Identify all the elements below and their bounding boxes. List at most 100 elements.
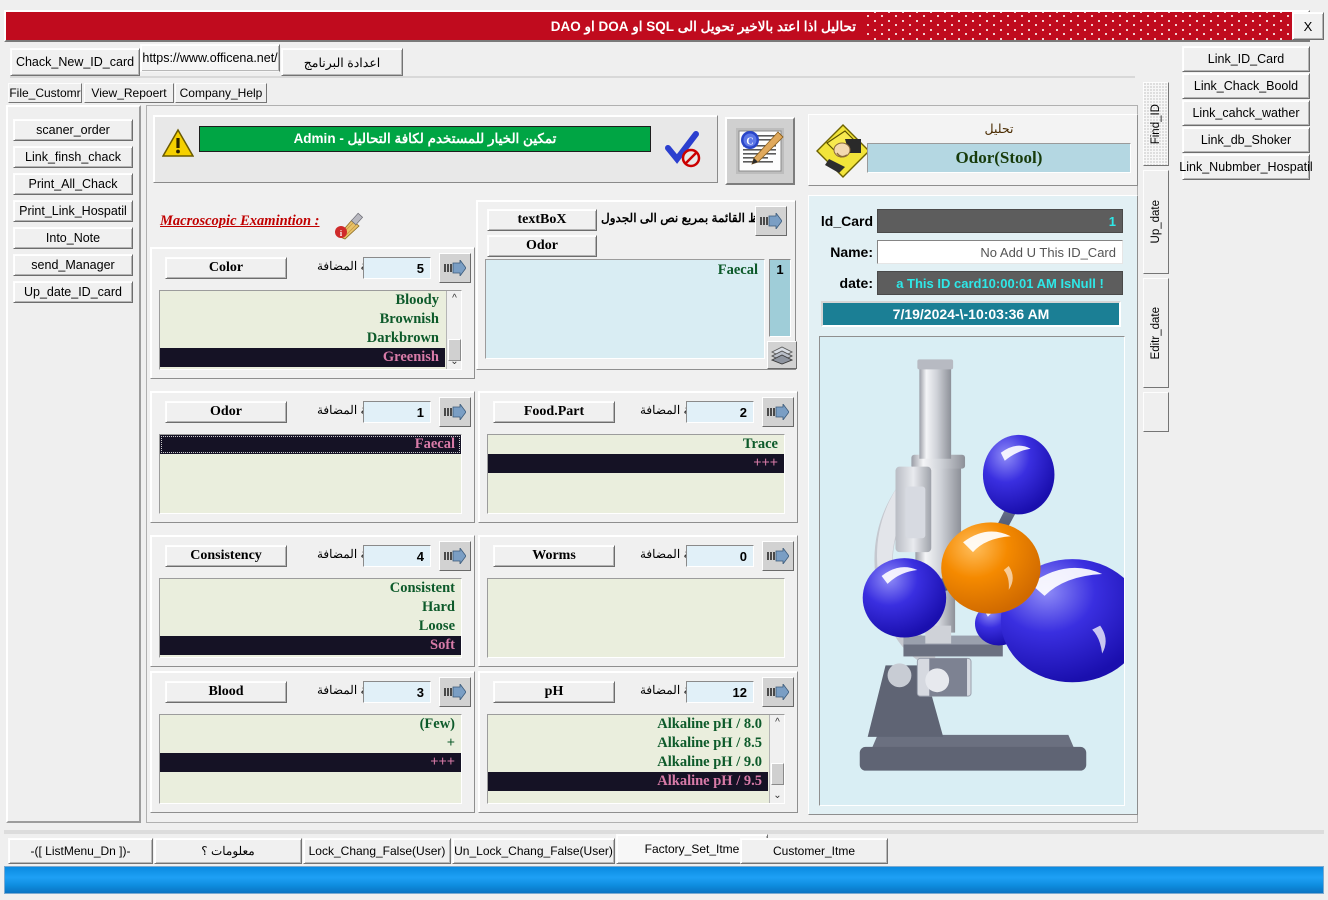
id-card-value[interactable]: 1 (877, 209, 1123, 233)
list-color[interactable]: Bloody Brownish Darkbrown Greenish ^ ⌄ (159, 290, 462, 370)
right-button-link-id-card[interactable]: Link_ID_Card (1182, 46, 1310, 72)
list-item[interactable]: Consistent (160, 579, 461, 598)
menu-file-customr[interactable]: File_Customr (8, 83, 82, 103)
group-button-food-part[interactable]: Food.Part (493, 401, 615, 423)
name-field[interactable]: No Add U This ID_Card (877, 240, 1123, 264)
right-button-link-cahck-wather[interactable]: Link_cahck_wather (1182, 100, 1310, 126)
qty-input-blood[interactable]: 3 (363, 681, 431, 703)
list-blood[interactable]: (Few) + +++ (159, 714, 462, 804)
qty-input-worms[interactable]: 0 (686, 545, 754, 567)
vtab-extra[interactable] (1143, 392, 1169, 432)
scroll-thumb[interactable] (771, 763, 784, 785)
scroll-up-icon[interactable]: ^ (447, 291, 461, 306)
left-button-print-link-hospatil[interactable]: Print_Link_Hospatil (13, 200, 133, 222)
list-item[interactable]: +++ (160, 753, 461, 772)
list-item[interactable]: Greenish (160, 348, 445, 367)
menu-company-help[interactable]: Company_Help (175, 83, 267, 103)
tab-chack-new-id-card[interactable]: Chack_New_ID_card (10, 48, 140, 76)
group-button-consistency[interactable]: Consistency (165, 545, 287, 567)
left-button-print-all-chack[interactable]: Print_All_Chack (13, 173, 133, 195)
right-button-link-nubmber-hospatil[interactable]: Link_Nubmber_Hospatil (1179, 154, 1313, 180)
group-button-ph[interactable]: pH (493, 681, 615, 703)
qty-input-color[interactable]: 5 (363, 257, 431, 279)
arrow-right-icon (444, 260, 466, 276)
list-item[interactable]: Bloody (160, 291, 445, 310)
bottom-tab-customer-itme[interactable]: Customer_Itme (740, 838, 888, 864)
qty-input-food-part[interactable]: 2 (686, 401, 754, 423)
document-pencil-card[interactable]: C (725, 117, 795, 185)
microscope-image-box (819, 336, 1144, 806)
bottom-tab-lock-chang-false[interactable]: Lock_Chang_False(User) (303, 838, 451, 864)
textbox-list[interactable]: Faecal (485, 259, 765, 359)
group-button-color[interactable]: Color (165, 257, 287, 279)
list-item[interactable]: Alkaline pH / 9.0 (488, 753, 768, 772)
left-button-send-manager[interactable]: send_Manager (13, 254, 133, 276)
list-item[interactable]: Alkaline pH / 8.0 (488, 715, 768, 734)
qty-input-consistency[interactable]: 4 (363, 545, 431, 567)
bottom-tab-listmenu-dn[interactable]: -([ ListMenu_Dn ])- (8, 838, 153, 864)
arrow-right-button-textbox[interactable] (755, 206, 787, 236)
list-ph[interactable]: Alkaline pH / 8.0 Alkaline pH / 8.5 Alkali… (487, 714, 785, 804)
left-button-link-finsh-chack[interactable]: Link_finsh_chack (13, 146, 133, 168)
list-item[interactable]: Darkbrown (160, 329, 445, 348)
list-consistency[interactable]: Consistent Hard Loose Soft (159, 578, 462, 658)
vtab-up-date[interactable]: Up_date (1143, 170, 1169, 274)
qty-input-ph[interactable]: 12 (686, 681, 754, 703)
arrow-right-button-odor[interactable] (439, 397, 471, 427)
check-disabled-icon[interactable] (662, 128, 702, 168)
tab-program-setup[interactable]: اعدادة البرنامج (281, 48, 403, 76)
tab-officena-url[interactable]: https://www.officena.net/ (140, 44, 280, 72)
date-field[interactable]: a This ID card10:00:01 AM IsNull ! (877, 271, 1123, 295)
arrow-right-button-blood[interactable] (439, 677, 471, 707)
right-button-link-chack-boold[interactable]: Link_Chack_Boold (1182, 73, 1310, 99)
scroll-down-icon[interactable]: ⌄ (447, 354, 461, 369)
group-button-worms[interactable]: Worms (493, 545, 615, 567)
textbox-button[interactable]: textBoX (487, 209, 597, 231)
scroll-up-icon[interactable]: ^ (770, 715, 784, 730)
arrow-right-icon (767, 404, 789, 420)
scroll-down-icon[interactable]: ⌄ (770, 788, 784, 803)
textbox-list-item[interactable]: Faecal (486, 260, 764, 280)
scrollbar-ph[interactable]: ^ ⌄ (769, 715, 784, 803)
odor-button-textbox[interactable]: Odor (487, 235, 597, 257)
list-odor[interactable]: Faecal (159, 434, 462, 514)
left-button-up-date-id-card[interactable]: Up_date_ID_card (13, 281, 133, 303)
textbox-panel: textBoX Odor حفظ القائمة بمربع نص الى ال… (476, 200, 797, 370)
list-item[interactable]: Faecal (160, 435, 461, 454)
arrow-right-icon (760, 213, 782, 229)
list-item[interactable]: Trace (488, 435, 784, 454)
list-item[interactable]: Soft (160, 636, 461, 655)
list-item[interactable]: (Few) (160, 715, 461, 734)
list-item[interactable]: Alkaline pH / 8.5 (488, 734, 768, 753)
list-item[interactable]: + (160, 734, 461, 753)
left-button-scaner-order[interactable]: scaner_order (13, 119, 133, 141)
scrollbar-color[interactable]: ^ ⌄ (446, 291, 461, 369)
list-worms[interactable] (487, 578, 785, 658)
menu-view-repoert[interactable]: View_Repoert (84, 83, 174, 103)
vtab-find-id[interactable]: Find_ID (1143, 82, 1169, 166)
left-button-into-note[interactable]: Into_Note (13, 227, 133, 249)
group-button-blood[interactable]: Blood (165, 681, 287, 703)
textbox-count: 1 (769, 259, 791, 337)
qty-input-odor[interactable]: 1 (363, 401, 431, 423)
list-item[interactable]: Brownish (160, 310, 445, 329)
list-item[interactable]: Hard (160, 598, 461, 617)
list-food-part[interactable]: Trace +++ (487, 434, 785, 514)
arrow-right-icon (444, 684, 466, 700)
list-item[interactable]: Alkaline pH / 9.5 (488, 772, 768, 791)
arrow-right-button-food-part[interactable] (762, 397, 794, 427)
vtab-editr-date[interactable]: Editr_date (1143, 278, 1169, 388)
arrow-right-button-ph[interactable] (762, 677, 794, 707)
bottom-tab-un-lock-chang-false[interactable]: Un_Lock_Chang_False(User) (452, 838, 615, 864)
bottom-tab-info[interactable]: معلومات ؟ (154, 838, 302, 864)
list-item[interactable]: +++ (488, 454, 784, 473)
arrow-right-button-consistency[interactable] (439, 541, 471, 571)
group-button-odor[interactable]: Odor (165, 401, 287, 423)
list-item[interactable]: Loose (160, 617, 461, 636)
close-button[interactable]: X (1292, 12, 1324, 40)
microscope-molecule-image (820, 337, 1144, 805)
arrow-right-button-color[interactable] (439, 253, 471, 283)
save-stack-button[interactable] (767, 341, 797, 369)
right-button-link-db-shoker[interactable]: Link_db_Shoker (1182, 127, 1310, 153)
arrow-right-button-worms[interactable] (762, 541, 794, 571)
